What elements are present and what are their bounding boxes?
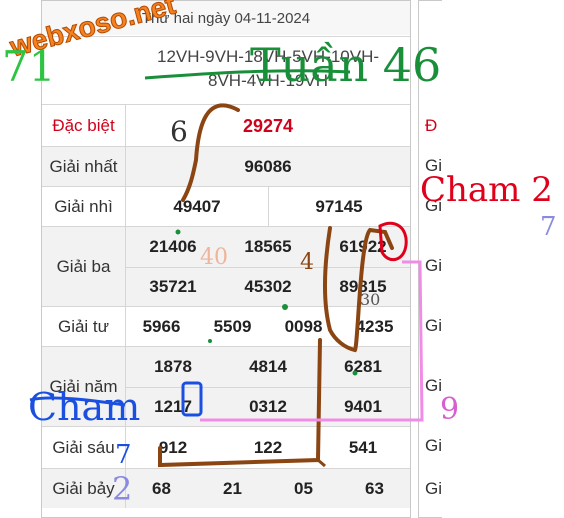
annotation-cham-right: Cham 2 [420, 170, 553, 210]
annotation-6: 6 [170, 115, 188, 148]
annotation-7-right: 7 [540, 212, 557, 242]
annotation-71: 71 [2, 42, 56, 91]
annotation-cham-left: Cham [28, 385, 141, 429]
annotation-4: 4 [300, 250, 314, 275]
annotation-9: 9 [440, 392, 460, 427]
annotation-40: 40 [200, 245, 228, 270]
annotation-7-left: 7 [115, 440, 132, 470]
annotation-tuan: Tuần 46 [250, 38, 442, 92]
annotation-30: 30 [360, 290, 381, 309]
annotation-2: 2 [112, 470, 133, 508]
